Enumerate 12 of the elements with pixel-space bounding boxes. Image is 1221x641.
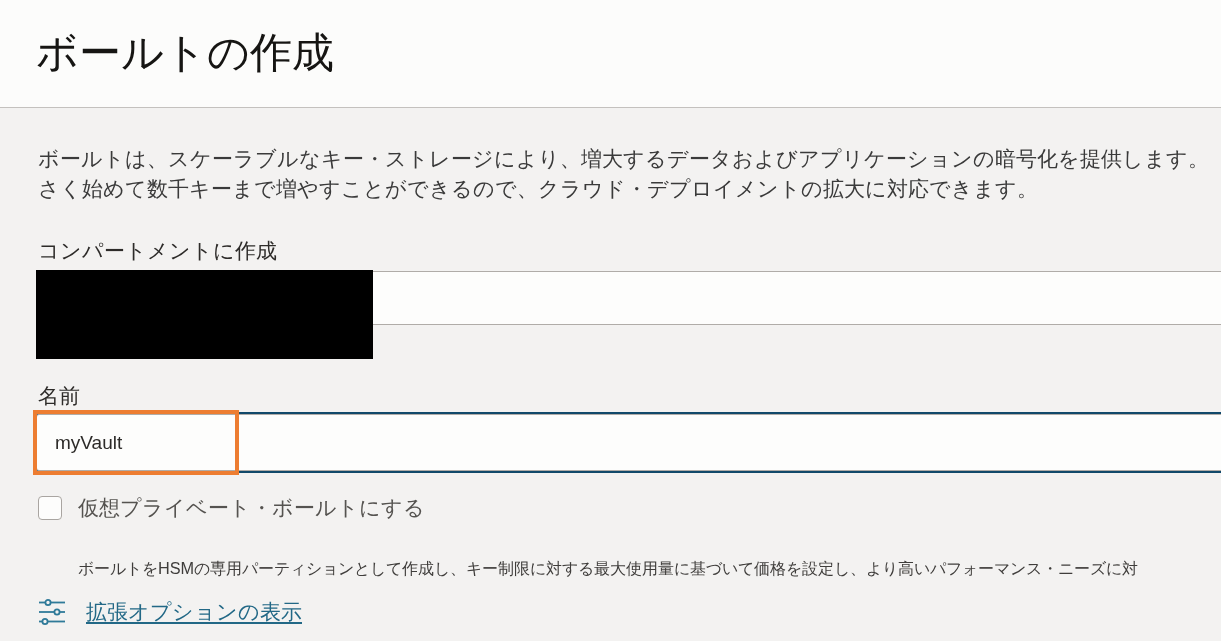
advanced-options-link[interactable]: 拡張オプションの表示 bbox=[86, 599, 302, 625]
compartment-field[interactable] bbox=[373, 271, 1221, 325]
field-label: 名前 bbox=[38, 383, 80, 409]
checkbox[interactable] bbox=[38, 496, 62, 520]
help-text: ボールトをHSMの専用パーティションとして作成し、キー制限に対する最大使用量に基づいて価格を設定し、より高いパフォーマンス・ニーズに対 bbox=[78, 558, 1139, 579]
checkbox-label: 仮想プライベート・ボールトにする bbox=[78, 495, 425, 521]
page-title: ボールトの作成 bbox=[36, 28, 334, 79]
description-line: ボールトは、スケーラブルなキー・ストレージにより、増大するデータおよびアプリケーションの暗号化を提供します。 bbox=[38, 146, 1209, 172]
name-input[interactable]: myVault bbox=[36, 414, 1221, 471]
sliders-icon[interactable] bbox=[38, 599, 66, 625]
field-label: コンパートメントに作成 bbox=[38, 238, 277, 264]
description-line: さく始めて数千キーまで増やすことができるので、クラウド・デプロイメントの拡大に対応できます。 bbox=[38, 176, 1038, 202]
